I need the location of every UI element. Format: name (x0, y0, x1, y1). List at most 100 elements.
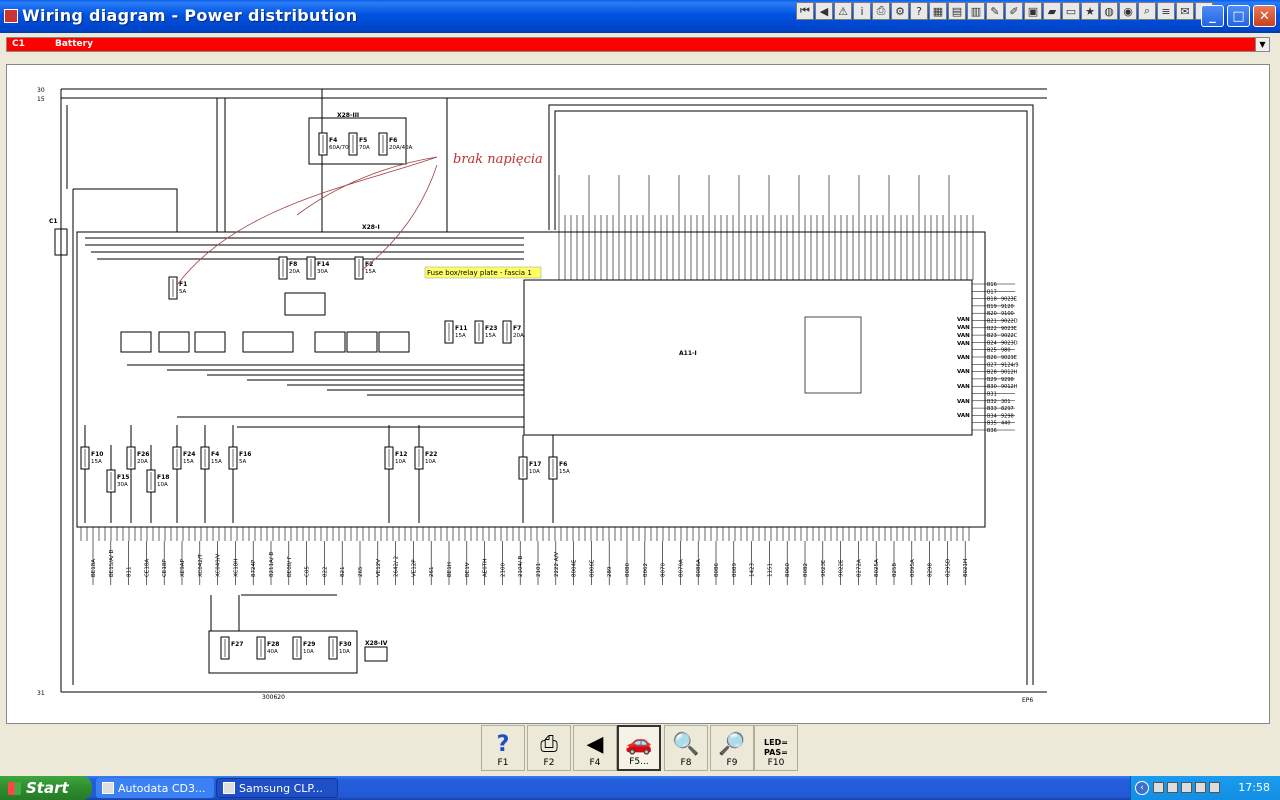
function-key-f1[interactable]: ? F1 (481, 725, 525, 771)
part-number: 300620 (262, 694, 285, 701)
fuse-id: F18 (157, 474, 169, 481)
star-icon[interactable]: ★ (1081, 2, 1099, 20)
print-icon[interactable]: ⎙ (872, 2, 890, 20)
antivirus-icon[interactable] (1209, 782, 1220, 793)
van-label: VAN (957, 317, 970, 323)
wire-label: 8082 (803, 563, 809, 577)
chevron-down-icon[interactable]: ▼ (1255, 38, 1269, 51)
connector-x28-3: X28-III (337, 112, 359, 119)
speaker-icon[interactable] (1195, 782, 1206, 793)
fuse-rating: 20A (137, 459, 148, 465)
annotation-text: brak napięcia (453, 152, 543, 167)
window-titlebar[interactable]: Wiring diagram - Power distribution ⏮ ◀ ⚠ i… (0, 0, 1280, 33)
wire-label: XC049/V (216, 553, 222, 577)
fuse-rating: 70A (359, 145, 370, 151)
rail-30-label: 30 (37, 87, 45, 94)
wire-label: 8062 (643, 563, 649, 577)
wire-label: 289 (607, 566, 613, 577)
task-autodata[interactable]: Autodata CD3... (96, 778, 214, 798)
search-icon[interactable]: ⌕ (1138, 2, 1156, 20)
fuse-id: F27 (231, 641, 243, 648)
wiring-diagram-canvas[interactable]: F4 60A/70A F5 70A F6 20A/40A F1 5A F8 20A F14 30A F2… (6, 64, 1270, 724)
folder-icon[interactable]: ▭ (1062, 2, 1080, 20)
edit-icon[interactable]: ✐ (1005, 2, 1023, 20)
wire-label: 8021H (963, 559, 969, 577)
pin-label: B26 (987, 355, 997, 361)
circuit-name: Battery (55, 39, 93, 49)
security-icon[interactable] (1181, 782, 1192, 793)
pin-label: B22 (987, 326, 997, 332)
printer-tray-icon[interactable] (1167, 782, 1178, 793)
wire-label: 8295D (945, 559, 951, 577)
wire-label: 2222 A/V (554, 552, 560, 577)
wire-label: 811 (127, 567, 133, 578)
help-icon[interactable]: ? (910, 2, 928, 20)
fuse-rating: 15A (485, 333, 496, 339)
function-key-f2[interactable]: ⎙ F2 (527, 725, 571, 771)
maximize-button[interactable]: □ (1227, 5, 1250, 27)
function-key-label: F9 (726, 758, 738, 768)
fuse-rating: 10A (339, 649, 350, 655)
wire-label: BE1V (465, 562, 471, 577)
van-label: VAN (957, 384, 970, 390)
fuse-id: F24 (183, 451, 195, 458)
fuse-id: F6 (559, 461, 567, 468)
wire-label: 1423 (750, 563, 756, 577)
fuse-id: F17 (529, 461, 541, 468)
book-icon[interactable]: ▥ (967, 2, 985, 20)
close-button[interactable]: ✕ (1253, 5, 1276, 27)
pin-label: B16 (987, 282, 997, 288)
minimize-button[interactable]: _ (1201, 5, 1224, 27)
fuse-id: F5 (359, 137, 367, 144)
back-icon[interactable]: ◀ (815, 2, 833, 20)
app-icon (4, 9, 18, 23)
fuse-id: F12 (395, 451, 407, 458)
wire-label: 8086 (714, 563, 720, 577)
function-key-f4[interactable]: ◀ F4 (573, 725, 617, 771)
wire-label: CE18P (162, 559, 168, 577)
settings-icon[interactable]: ⚙ (891, 2, 909, 20)
wire-label: 440 (1001, 421, 1011, 427)
map-icon[interactable]: ▦ (929, 2, 947, 20)
info-icon[interactable]: i (853, 2, 871, 20)
fuse-rating: 10A (157, 482, 168, 488)
warning-icon[interactable]: ⚠ (834, 2, 852, 20)
van-label: VAN (957, 333, 970, 339)
fuse-id: F29 (303, 641, 315, 648)
document-icon[interactable]: ▤ (948, 2, 966, 20)
wire-label: 9120 (1001, 304, 1014, 310)
mail-icon[interactable]: ✉ (1176, 2, 1194, 20)
wiring-diagram: F460A/70AF570AF620A/40AF15AF820AF1430AF2… (37, 87, 1047, 704)
fuse-rating: 40A (267, 649, 278, 655)
start-button[interactable]: Start (0, 776, 92, 800)
globe-icon[interactable]: ◍ (1100, 2, 1118, 20)
wire-label: 821 (340, 567, 346, 578)
first-page-icon[interactable]: ⏮ (796, 2, 814, 20)
fuse-rating: 20A/40A (389, 145, 413, 151)
wire-label: 9022C (1001, 333, 1018, 339)
function-key-f10[interactable]: LED= PAS= F10 (754, 725, 798, 771)
van-label: VAN (957, 369, 970, 375)
pin-label: B17 (987, 289, 997, 295)
function-key-f9[interactable]: 🔎 F9 (710, 725, 754, 771)
circuit-selector[interactable]: C1 Battery ▼ (6, 37, 1270, 52)
function-key-f5[interactable]: 🚗 F5... (617, 725, 661, 771)
network-icon[interactable] (1153, 782, 1164, 793)
tools-icon[interactable]: ✎ (986, 2, 1004, 20)
camera-icon[interactable]: ◉ (1119, 2, 1137, 20)
wire-label: 301 (1001, 399, 1011, 405)
list-icon[interactable]: ≡ (1157, 2, 1175, 20)
save-icon[interactable]: ▣ (1024, 2, 1042, 20)
function-key-f8[interactable]: 🔍 F8 (664, 725, 708, 771)
car-icon[interactable]: ▰ (1043, 2, 1061, 20)
toolbar-icons: ⏮◀⚠i⎙⚙?▦▤▥✎✐▣▰▭★◍◉⌕≡✉♪ (796, 2, 1213, 22)
ep-label: EP6 (1022, 697, 1033, 704)
wire-label: VE12V (376, 559, 382, 577)
fuse-id: F16 (239, 451, 251, 458)
wire-label: 9298 (1001, 413, 1014, 419)
pin-label: B19 (987, 304, 997, 310)
function-key-label: F2 (543, 758, 555, 768)
task-samsung[interactable]: Samsung CLP... (216, 778, 338, 798)
wire-label: 8258 (892, 563, 898, 577)
show-hidden-icons-button[interactable]: ‹ (1135, 781, 1149, 795)
